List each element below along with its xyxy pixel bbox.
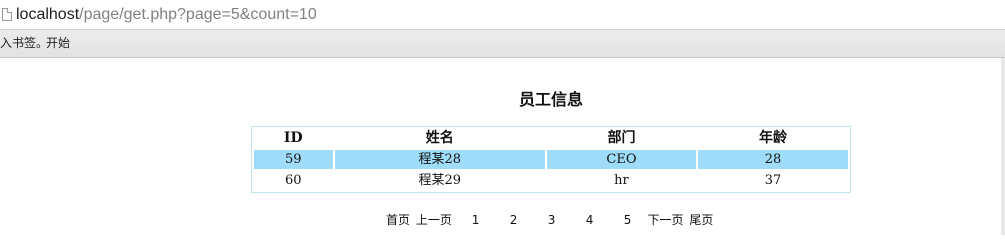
header-dept: 部门 bbox=[607, 130, 636, 146]
url-path: /page/get.php?page=5&count=10 bbox=[79, 6, 317, 23]
pager-page-2[interactable]: 2 bbox=[510, 212, 546, 228]
bookmark-item-start[interactable]: 开始 bbox=[46, 36, 70, 51]
header-age: 年龄 bbox=[758, 130, 787, 146]
cell-id: 60 bbox=[284, 173, 302, 188]
pager-page-3[interactable]: 3 bbox=[548, 212, 584, 228]
pagination: 首页 上一页 12345 下一页 尾页 bbox=[386, 212, 715, 228]
bookmark-item-import[interactable]: 入书签。 bbox=[0, 36, 48, 51]
cell-dept: CEO bbox=[546, 150, 696, 169]
pager-first-link[interactable]: 首页 bbox=[386, 213, 410, 227]
pager-next-link[interactable]: 下一页 bbox=[648, 213, 684, 227]
url-host: localhost bbox=[16, 6, 80, 23]
url-text[interactable]: localhost/page/get.php?page=5&count=10 bbox=[16, 5, 317, 25]
pager-prev-link[interactable]: 上一页 bbox=[416, 213, 452, 227]
table-header-row: ID 姓名 部门 年龄 bbox=[254, 129, 848, 148]
cell-id: 59 bbox=[254, 150, 333, 169]
cell-name: 程某29 bbox=[418, 173, 462, 188]
page-icon bbox=[2, 8, 12, 21]
table-row: 59 程某28 CEO 28 bbox=[254, 150, 848, 169]
pager-page-1[interactable]: 1 bbox=[472, 212, 508, 228]
cell-name: 程某28 bbox=[334, 150, 545, 169]
pager-page-4[interactable]: 4 bbox=[586, 212, 622, 228]
page-title: 员工信息 bbox=[518, 90, 583, 109]
address-bar[interactable]: localhost/page/get.php?page=5&count=10 bbox=[0, 0, 1005, 30]
cell-age: 37 bbox=[764, 173, 782, 188]
pager-page-5[interactable]: 5 bbox=[624, 212, 642, 228]
cell-dept: hr bbox=[614, 173, 629, 188]
cell-age: 28 bbox=[697, 150, 848, 169]
bookmarks-bar: 入书签。 开始 bbox=[0, 30, 1005, 58]
employee-table: ID 姓名 部门 年龄 59 程某28 CEO 28 60 程某29 hr 37 bbox=[251, 126, 851, 193]
header-id: ID bbox=[283, 130, 303, 146]
vertical-scrollbar[interactable] bbox=[1001, 58, 1005, 235]
header-name: 姓名 bbox=[425, 130, 454, 146]
pager-last-link[interactable]: 尾页 bbox=[689, 213, 713, 227]
table-row: 60 程某29 hr 37 bbox=[254, 171, 848, 190]
